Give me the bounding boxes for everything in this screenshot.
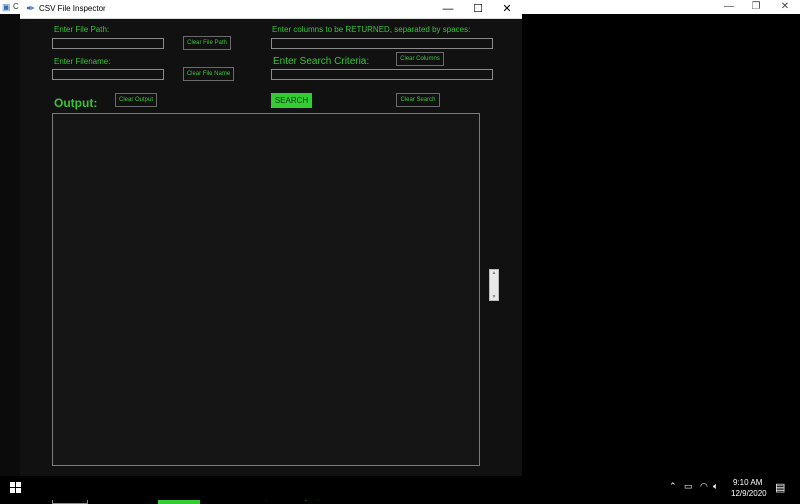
output-text-area[interactable]: [52, 113, 480, 466]
background-minimize-button[interactable]: —: [716, 0, 742, 14]
background-window-body: [0, 14, 20, 476]
notification-icon[interactable]: ▤: [775, 481, 785, 494]
scroll-down-arrow-icon[interactable]: ▼: [490, 294, 498, 300]
windows-logo-icon[interactable]: [10, 482, 22, 494]
volume-icon[interactable]: 🔈︎: [713, 481, 718, 492]
columns-input[interactable]: [271, 38, 493, 49]
scroll-up-arrow-icon[interactable]: ▲: [490, 270, 498, 276]
clear-search-button[interactable]: Clear Search: [396, 93, 440, 107]
feather-icon: ✒: [26, 3, 36, 15]
chevron-up-icon[interactable]: ⌃: [669, 481, 677, 492]
taskbar: [0, 476, 800, 500]
csv-inspector-window: ✒ CSV File Inspector — ☐ ✕ Enter File Pa…: [20, 0, 522, 504]
background-restore-button[interactable]: ❐: [743, 0, 769, 14]
output-label: Output:: [54, 96, 98, 110]
file-path-input[interactable]: [52, 38, 164, 49]
search-criteria-label: Enter Search Criteria:: [273, 56, 370, 67]
window-titlebar: ✒ CSV File Inspector — ☐ ✕: [20, 0, 522, 19]
console-icon: ▣: [2, 2, 11, 12]
maximize-button[interactable]: ☐: [463, 0, 493, 18]
clock-time[interactable]: 9:10 AM: [733, 478, 762, 487]
background-window-title: C: [13, 2, 19, 11]
output-scrollbar[interactable]: ▲ ▼: [489, 269, 499, 301]
clock-date[interactable]: 12/9/2020: [731, 489, 767, 498]
columns-label: Enter columns to be RETURNED, separated …: [272, 25, 471, 34]
close-button[interactable]: ✕: [492, 0, 522, 18]
window-title: CSV File Inspector: [39, 4, 106, 13]
filename-input[interactable]: [52, 69, 164, 80]
minimize-button[interactable]: —: [433, 0, 463, 18]
clear-columns-button[interactable]: Clear Columns: [396, 52, 444, 66]
file-path-label: Enter File Path:: [54, 25, 110, 34]
battery-icon[interactable]: ▭: [684, 481, 693, 492]
background-close-button[interactable]: ✕: [772, 0, 798, 14]
clear-file-path-button[interactable]: Clear File Path: [183, 36, 231, 50]
filename-label: Enter Filename:: [54, 57, 111, 66]
search-criteria-input[interactable]: [271, 69, 493, 80]
clear-output-button[interactable]: Clear Output: [115, 93, 157, 107]
wifi-icon[interactable]: ◠: [700, 481, 708, 492]
clear-file-name-button[interactable]: Clear File Name: [183, 67, 234, 81]
search-button[interactable]: SEARCH: [271, 93, 312, 108]
